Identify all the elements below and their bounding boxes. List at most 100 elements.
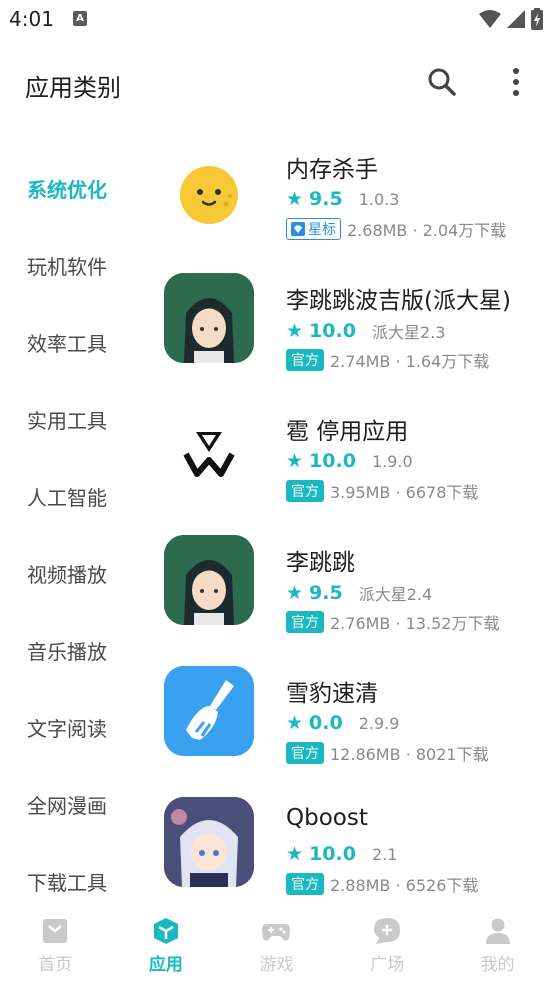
sidebar-item-reading[interactable]: 文字阅读 [0, 689, 150, 766]
app-list: 内存杀手 ★ 9.5 1.0.3 星标 2.68MB · 2.04万下载 李跳跳… [150, 140, 553, 926]
hourglass-logo-icon [164, 404, 254, 494]
star-icon: ★ [286, 449, 304, 472]
sidebar-item-label: 人工智能 [27, 486, 107, 510]
notification-a-icon: A [73, 11, 87, 26]
official-badge: 官方 [286, 873, 324, 895]
app-info: 星标 2.68MB · 2.04万下载 [286, 217, 506, 241]
app-size-downloads: 2.74MB · 1.64万下载 [330, 352, 490, 371]
app-info: 官方 2.74MB · 1.64万下载 [286, 348, 489, 372]
search-icon [428, 68, 456, 96]
sidebar-item-utilities[interactable]: 实用工具 [0, 381, 150, 458]
star-badge: 星标 [286, 218, 341, 240]
app-meta: ★ 9.5 1.0.3 [286, 188, 399, 210]
app-info: 官方 2.76MB · 13.52万下载 [286, 610, 499, 634]
app-meta: ★ 10.0 派大星2.3 [286, 319, 445, 343]
gamepad-icon [262, 924, 291, 941]
official-badge: 官方 [286, 742, 324, 764]
sidebar-item-ai[interactable]: 人工智能 [0, 458, 150, 535]
app-meta: ★ 9.5 派大星2.4 [286, 581, 432, 605]
nav-profile[interactable]: 我的 [442, 904, 553, 984]
app-rating: 0.0 [309, 712, 343, 734]
sidebar-item-label: 效率工具 [27, 332, 107, 356]
app-info: 官方 12.86MB · 8021下载 [286, 741, 489, 765]
star-icon: ★ [286, 319, 304, 342]
sidebar-item-label: 文字阅读 [27, 717, 107, 741]
app-size-downloads: 2.76MB · 13.52万下载 [330, 614, 500, 633]
sidebar-item-label: 玩机软件 [27, 255, 107, 279]
app-meta: ★ 0.0 2.9.9 [286, 712, 399, 734]
sidebar-item-label: 视频播放 [27, 563, 107, 587]
sidebar-item-label: 全网漫画 [27, 794, 107, 818]
app-rating: 10.0 [309, 843, 356, 865]
app-name: 雪豹速清 [286, 681, 378, 707]
nav-home[interactable]: 首页 [0, 904, 111, 984]
sidebar-item-phone-tools[interactable]: 玩机软件 [0, 227, 150, 304]
bottom-nav: 首页 应用 游戏 广场 我的 [0, 904, 553, 984]
app-meta: ★ 10.0 2.1 [286, 843, 397, 865]
nav-label: 应用 [148, 955, 183, 975]
app-name: Qboost [286, 805, 368, 831]
cube-icon [153, 918, 178, 944]
smiley-face-icon [164, 142, 254, 232]
app-version: 派大星2.4 [358, 585, 433, 604]
search-button[interactable] [424, 64, 460, 100]
sidebar-item-efficiency[interactable]: 效率工具 [0, 304, 150, 381]
star-icon: ★ [286, 581, 304, 604]
app-rating: 9.5 [309, 582, 343, 604]
diamond-icon [291, 222, 305, 236]
star-icon: ★ [286, 842, 304, 865]
battery-icon [531, 8, 543, 30]
sidebar-item-label: 下载工具 [27, 871, 107, 895]
wifi-icon [479, 10, 501, 28]
list-item[interactable]: 雪豹速清 ★ 0.0 2.9.9 官方 12.86MB · 8021下载 [150, 664, 553, 795]
anime-girl-icon [164, 535, 254, 625]
app-name: 雹 停用应用 [286, 419, 409, 445]
list-item[interactable]: 李跳跳 ★ 9.5 派大星2.4 官方 2.76MB · 13.52万下载 [150, 533, 553, 664]
app-size-downloads: 12.86MB · 8021下载 [330, 745, 489, 764]
nav-label: 首页 [38, 955, 73, 975]
app-info: 官方 3.95MB · 6678下载 [286, 479, 478, 503]
status-bar: 4:01 A [0, 0, 553, 40]
broom-icon [164, 666, 254, 756]
signal-icon [507, 10, 525, 28]
chat-bubble-icon [374, 918, 401, 944]
person-icon [485, 918, 510, 944]
app-version: 2.9.9 [358, 713, 400, 733]
nav-label: 游戏 [259, 955, 294, 975]
page-title: 应用类别 [25, 74, 121, 102]
app-name: 内存杀手 [286, 157, 378, 183]
app-size-downloads: 2.88MB · 6526下载 [330, 876, 479, 895]
status-icons [479, 8, 543, 30]
sidebar-item-comics[interactable]: 全网漫画 [0, 766, 150, 843]
nav-label: 我的 [480, 955, 515, 975]
sidebar-item-system-optimize[interactable]: 系统优化 [0, 150, 150, 227]
nav-square[interactable]: 广场 [332, 904, 443, 984]
anime-girl-icon [164, 273, 254, 363]
sidebar-item-label: 系统优化 [27, 178, 107, 202]
badge-label: 星标 [308, 222, 336, 238]
official-badge: 官方 [286, 349, 324, 371]
app-info: 官方 2.88MB · 6526下载 [286, 872, 478, 896]
app-version: 2.1 [371, 844, 398, 864]
app-rating: 10.0 [309, 450, 356, 472]
nav-games[interactable]: 游戏 [221, 904, 332, 984]
status-time: 4:01 [9, 7, 54, 31]
list-item[interactable]: 李跳跳波吉版(派大星) ★ 10.0 派大星2.3 官方 2.74MB · 1.… [150, 271, 553, 402]
list-item[interactable]: 内存杀手 ★ 9.5 1.0.3 星标 2.68MB · 2.04万下载 [150, 140, 553, 271]
sidebar-item-video[interactable]: 视频播放 [0, 535, 150, 612]
more-options-button[interactable] [500, 64, 532, 100]
app-version: 派大星2.3 [371, 323, 446, 342]
home-icon [43, 919, 68, 943]
nav-apps[interactable]: 应用 [111, 904, 222, 984]
more-vert-icon [513, 68, 519, 96]
category-sidebar: 系统优化 玩机软件 效率工具 实用工具 人工智能 视频播放 音乐播放 文字阅读 … [0, 150, 150, 920]
sidebar-item-music[interactable]: 音乐播放 [0, 612, 150, 689]
list-item[interactable]: 雹 停用应用 ★ 10.0 1.9.0 官方 3.95MB · 6678下载 [150, 402, 553, 533]
app-rating: 9.5 [309, 188, 343, 210]
official-badge: 官方 [286, 480, 324, 502]
app-version: 1.9.0 [371, 451, 413, 471]
app-version: 1.0.3 [358, 189, 400, 209]
app-name: 李跳跳 [286, 550, 355, 576]
star-icon: ★ [286, 187, 304, 210]
app-meta: ★ 10.0 1.9.0 [286, 450, 413, 472]
